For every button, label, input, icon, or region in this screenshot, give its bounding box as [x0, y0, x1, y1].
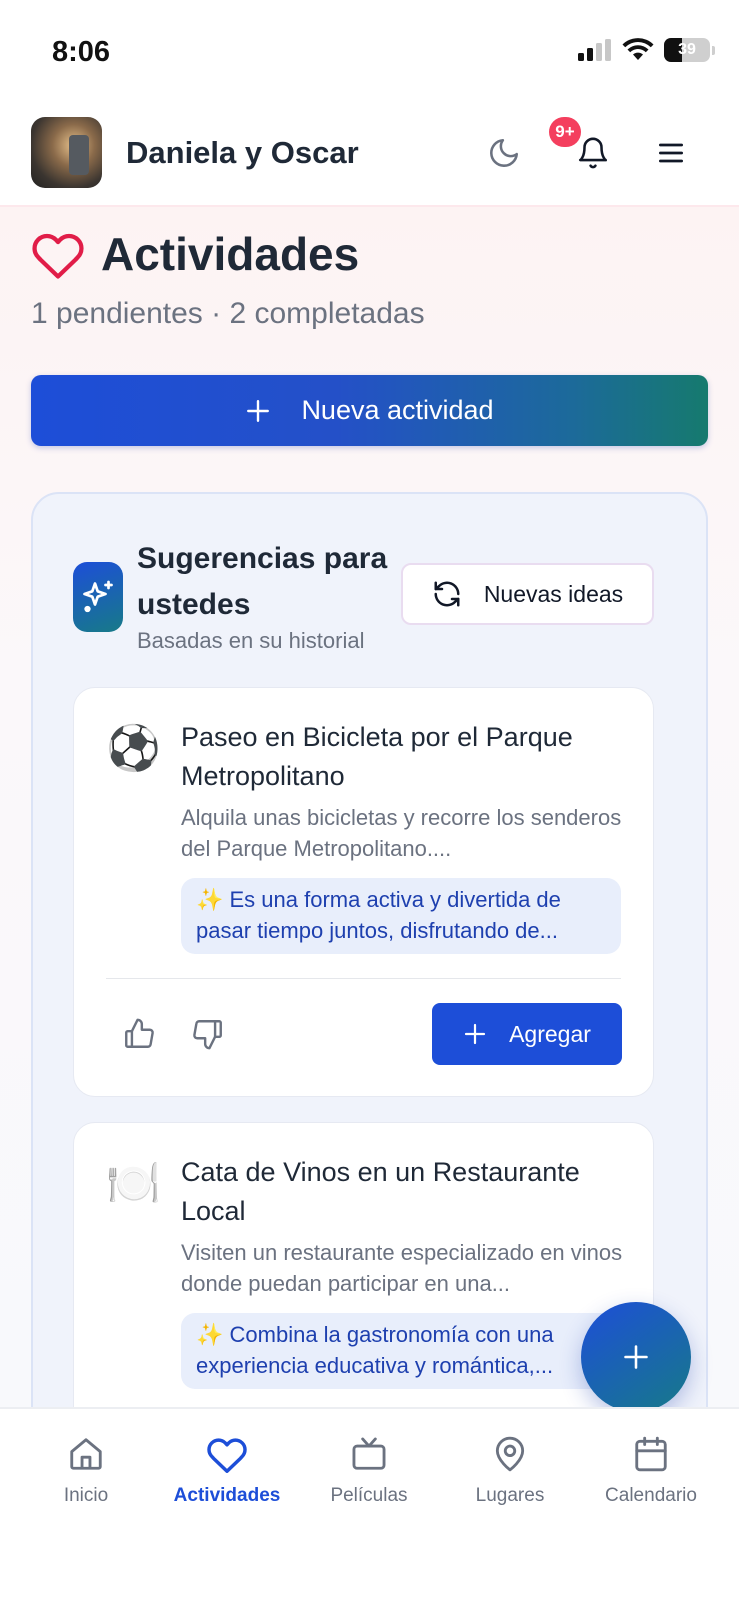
avatar[interactable] [31, 117, 102, 188]
notification-badge: 9+ [549, 117, 581, 147]
thumbs-down-icon [193, 1020, 222, 1050]
home-icon [70, 1438, 102, 1470]
refresh-icon [434, 581, 460, 607]
suggestion-title: Cata de Vinos en un Restaurante Local [181, 1157, 580, 1226]
thumbs-down-button[interactable] [188, 1014, 228, 1054]
heart-icon [207, 1438, 247, 1473]
menu-button[interactable] [649, 131, 693, 175]
suggestion-title: Paseo en Bicicleta por el Parque Metropo… [181, 722, 573, 791]
thumbs-up-button[interactable] [119, 1014, 159, 1054]
new-activity-button[interactable]: Nueva actividad [31, 375, 708, 446]
page-title-row: Actividades [31, 227, 359, 281]
nav-item-actividades[interactable]: Actividades [157, 1435, 297, 1507]
page-subtitle: 1 pendientes · 2 completadas [31, 297, 425, 330]
suggestion-description: Visiten un restaurante especializado en … [181, 1240, 623, 1296]
suggestion-description: Alquila unas bicicletas y recorre los se… [181, 805, 622, 861]
nav-item-peliculas[interactable]: Películas [299, 1435, 439, 1507]
suggestions-panel: Sugerencias para ustedes Basadas en su h… [31, 492, 708, 1407]
card-divider [106, 978, 621, 979]
cellular-signal-icon [578, 39, 611, 61]
add-label: Agregar [509, 1020, 591, 1047]
soccer-ball-icon: ⚽ [106, 724, 161, 773]
floating-add-button[interactable] [581, 1302, 691, 1412]
suggestion-card: ⚽ Paseo en Bicicleta por el Parque Metro… [73, 687, 654, 1097]
map-pin-icon [495, 1436, 525, 1472]
bell-icon [578, 137, 608, 169]
suggestion-reason: ✨ Es una forma activa y divertida de pas… [181, 878, 621, 954]
new-activity-label: Nueva actividad [301, 395, 494, 425]
couple-name: Daniela y Oscar [126, 135, 359, 170]
bottom-nav: Inicio Actividades Películas Lugares Cal… [0, 1407, 739, 1600]
wifi-icon [622, 38, 654, 60]
sparkles-badge [73, 562, 123, 632]
main-content: Actividades 1 pendientes · 2 completadas… [0, 207, 739, 1407]
thumbs-up-icon [125, 1018, 154, 1048]
status-time: 8:06 [52, 36, 111, 68]
nav-label: Actividades [173, 1485, 281, 1506]
nav-item-lugares[interactable]: Lugares [440, 1435, 580, 1507]
suggestion-card: 🍽️ Cata de Vinos en un Restaurante Local… [73, 1122, 654, 1407]
nav-item-calendario[interactable]: Calendario [581, 1435, 721, 1507]
new-ideas-label: Nuevas ideas [483, 580, 624, 607]
heart-icon [32, 233, 84, 279]
plate-cutlery-icon: 🍽️ [106, 1159, 161, 1208]
plus-icon [247, 399, 270, 422]
suggestions-subtitle: Basadas en su historial [137, 628, 365, 653]
suggestion-reason: ✨ Combina la gastronomía con una experie… [181, 1313, 621, 1389]
status-icons: 39 [578, 38, 715, 62]
calendar-icon [635, 1436, 667, 1472]
add-suggestion-button[interactable]: Agregar [432, 1003, 622, 1065]
status-bar: 8:06 39 [0, 0, 739, 105]
nav-label: Inicio [63, 1485, 109, 1506]
nav-item-inicio[interactable]: Inicio [16, 1435, 156, 1507]
app-header: Daniela y Oscar 9+ [0, 105, 739, 207]
moon-icon [490, 138, 519, 167]
nav-label: Lugares [475, 1485, 545, 1506]
nav-label: Calendario [605, 1485, 697, 1506]
new-ideas-button[interactable]: Nuevas ideas [401, 563, 654, 625]
nav-label: Películas [330, 1485, 408, 1506]
plus-icon [624, 1345, 648, 1369]
menu-icon [659, 143, 683, 163]
tv-icon [352, 1437, 386, 1470]
dark-mode-toggle[interactable] [482, 131, 526, 175]
sparkles-icon [83, 580, 113, 613]
plus-icon [464, 1023, 486, 1045]
page-title: Actividades [101, 228, 360, 280]
battery-indicator: 39 [664, 38, 710, 62]
suggestions-title: Sugerencias para ustedes [137, 542, 388, 621]
battery-level: 39 [678, 41, 696, 58]
